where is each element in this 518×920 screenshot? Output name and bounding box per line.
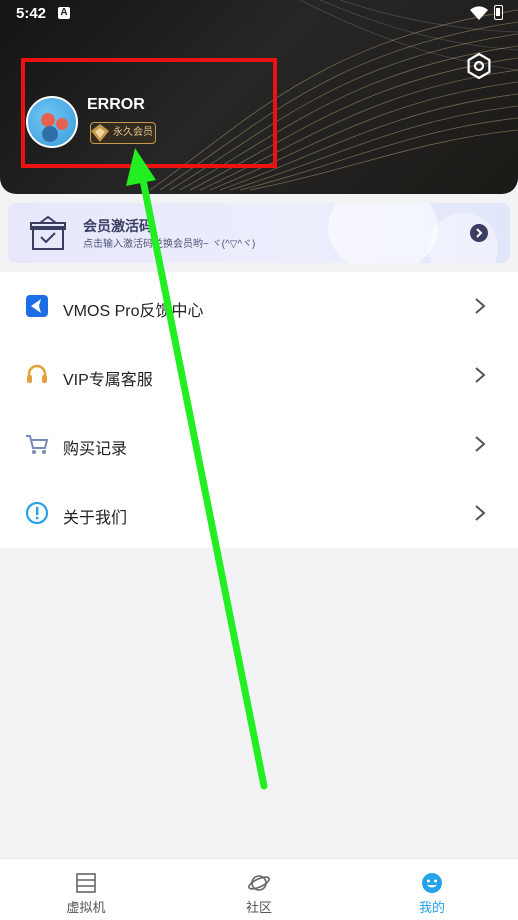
vm-icon <box>76 873 96 893</box>
feedback-icon <box>26 295 48 317</box>
menu-item-purchases[interactable]: 购买记录 <box>0 410 518 479</box>
tab-label: 社区 <box>245 900 272 915</box>
menu-item-label: VIP专属客服 <box>63 372 153 389</box>
menu-item-feedback[interactable]: VMOS Pro反馈中心 <box>0 272 518 341</box>
menu-item-label: 关于我们 <box>63 510 128 527</box>
chevron-right-icon <box>475 436 486 452</box>
menu-item-label: 购买记录 <box>63 441 128 458</box>
chevron-right-icon <box>475 505 486 521</box>
tab-label: 我的 <box>418 900 445 915</box>
menu-item-about[interactable]: 关于我们 <box>0 479 518 548</box>
wifi-icon <box>470 6 488 20</box>
arrow-right-circle-icon[interactable] <box>470 224 488 242</box>
status-bar: 5:42 A <box>0 0 518 28</box>
menu-item-vip-service[interactable]: VIP专属客服 <box>0 341 518 410</box>
promo-title: 会员激活码 <box>83 218 153 234</box>
settings-icon[interactable] <box>465 52 493 80</box>
headset-icon <box>27 364 47 383</box>
chevron-right-icon <box>475 367 486 383</box>
menu-list: VMOS Pro反馈中心 VIP专属客服 购买记录 关于我们 <box>0 272 518 548</box>
cart-icon <box>26 435 49 454</box>
tab-mine[interactable]: 我的 <box>382 859 482 920</box>
bottom-tab-bar: 虚拟机 社区 我的 <box>0 858 518 920</box>
chevron-right-icon <box>475 298 486 314</box>
menu-item-label: VMOS Pro反馈中心 <box>63 303 204 320</box>
planet-icon <box>248 875 270 891</box>
annotation-highlight-box <box>21 58 277 168</box>
battery-icon <box>494 5 503 20</box>
notification-app-icon: A <box>58 7 70 19</box>
tab-virtual-machine[interactable]: 虚拟机 <box>36 859 136 920</box>
promo-subtitle: 点击输入激活码兑换会员哟~ ヾ(^▽^ヾ) <box>83 239 256 250</box>
tab-label: 虚拟机 <box>66 900 106 915</box>
smile-icon <box>422 873 442 893</box>
gift-icon <box>30 215 66 250</box>
activation-code-card[interactable]: 会员激活码 点击输入激活码兑换会员哟~ ヾ(^▽^ヾ) <box>8 203 510 263</box>
tab-community[interactable]: 社区 <box>209 859 309 920</box>
status-time: 5:42 <box>16 5 47 22</box>
info-icon <box>25 501 49 525</box>
